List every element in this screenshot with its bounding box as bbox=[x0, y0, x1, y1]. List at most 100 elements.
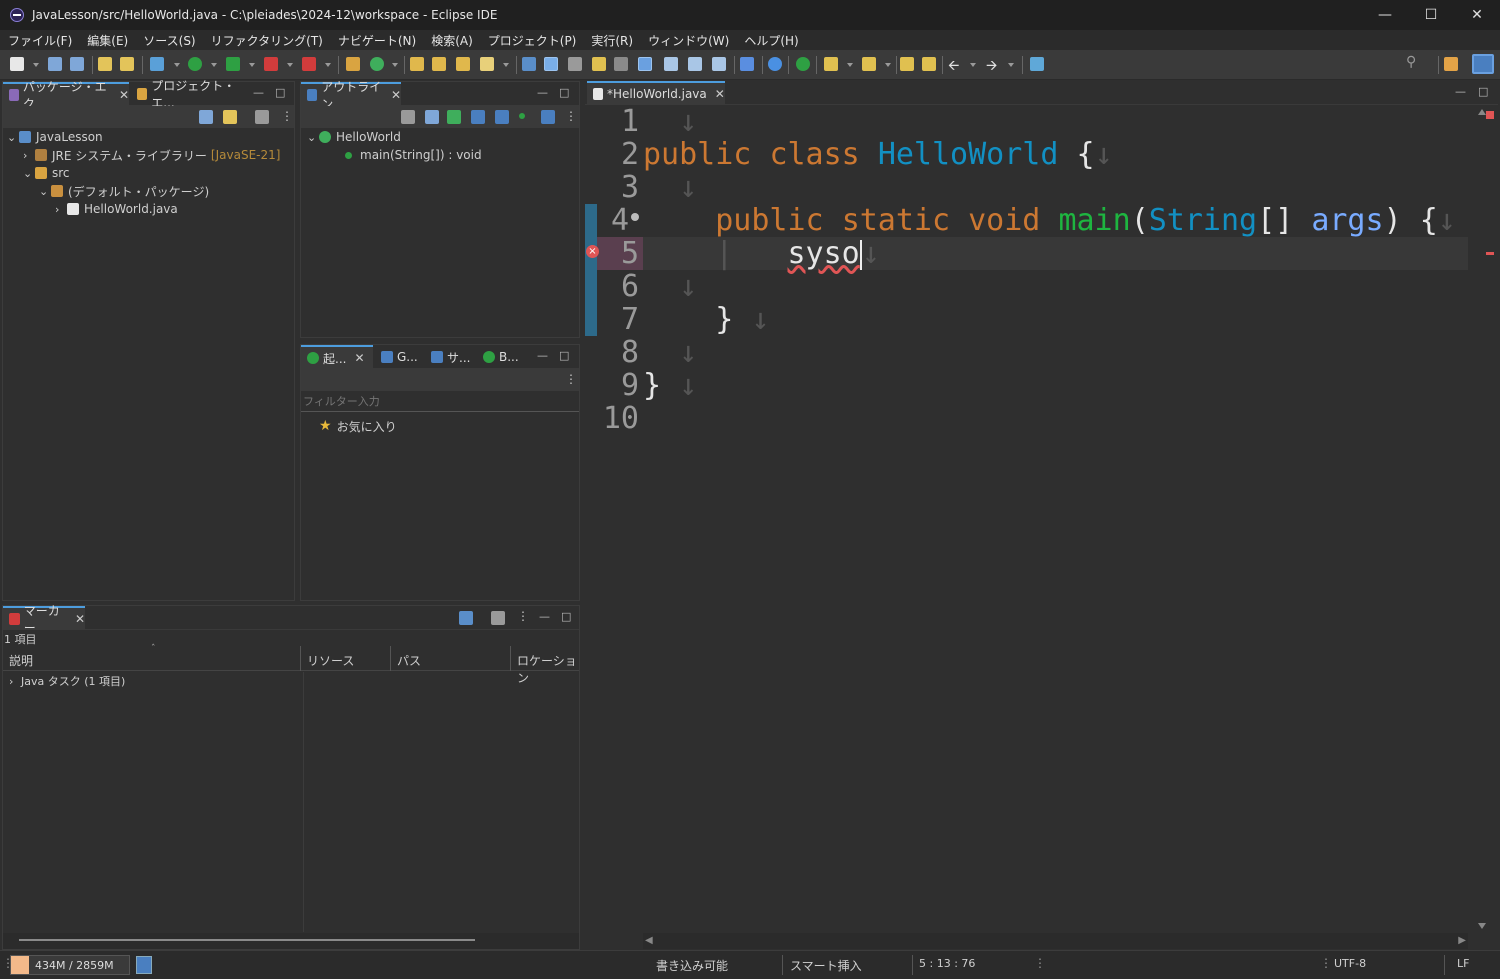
next-annotation-icon[interactable] bbox=[592, 57, 606, 71]
debug-icon[interactable] bbox=[150, 57, 164, 71]
menu-run[interactable]: 実行(R) bbox=[591, 32, 633, 49]
undo-icon[interactable] bbox=[98, 57, 112, 71]
open-task-icon[interactable] bbox=[432, 57, 446, 71]
tab-markers[interactable]: マーカー ✕ bbox=[3, 604, 85, 635]
col-path[interactable]: パス bbox=[393, 646, 511, 671]
maximize-button[interactable]: ☐ bbox=[1408, 0, 1454, 30]
save-icon[interactable] bbox=[48, 57, 62, 71]
link-editor-icon[interactable] bbox=[223, 110, 237, 124]
save-all-icon[interactable] bbox=[70, 57, 84, 71]
horizontal-scrollbar[interactable] bbox=[3, 933, 579, 949]
code-area[interactable]: ↓ public class HelloWorld {↓ ↓ public st… bbox=[643, 105, 1468, 933]
fold-icon[interactable] bbox=[631, 213, 639, 221]
hide-fields-icon[interactable] bbox=[447, 110, 461, 124]
hierarchy-icon[interactable] bbox=[664, 57, 678, 71]
drag-handle-icon[interactable]: ⋮ bbox=[1034, 956, 1046, 970]
close-icon[interactable]: ✕ bbox=[354, 351, 364, 365]
minimize-icon[interactable]: — bbox=[539, 610, 550, 623]
tab-outline[interactable]: アウトライン ✕ bbox=[301, 80, 401, 111]
tab-project-explorer[interactable]: プロジェクト・エ... bbox=[131, 79, 243, 110]
back-arrow-icon[interactable]: 🡨 bbox=[948, 55, 964, 74]
chevron-down-icon[interactable]: ⌄ bbox=[307, 131, 319, 144]
sync-icon[interactable] bbox=[712, 57, 726, 71]
menu-file[interactable]: ファイル(F) bbox=[8, 32, 72, 49]
close-icon[interactable]: ✕ bbox=[119, 88, 129, 102]
col-location[interactable]: ロケーション bbox=[513, 646, 579, 685]
close-icon[interactable]: ✕ bbox=[391, 88, 401, 102]
minimize-icon[interactable]: — bbox=[1455, 85, 1466, 98]
sort-icon[interactable] bbox=[401, 110, 415, 124]
scroll-left-icon[interactable]: ◀ bbox=[645, 935, 653, 946]
minimize-button[interactable]: — bbox=[1362, 0, 1408, 30]
favorites-item[interactable]: ★ お気に入り bbox=[319, 417, 397, 435]
tab-helloworld-java[interactable]: *HelloWorld.java ✕ bbox=[587, 81, 725, 105]
error-summary-icon[interactable] bbox=[1486, 111, 1494, 119]
back-annotation-icon[interactable] bbox=[900, 57, 914, 71]
tab-g[interactable]: G... bbox=[375, 345, 421, 369]
chevron-right-icon[interactable]: › bbox=[55, 203, 67, 216]
open-type-icon[interactable] bbox=[410, 57, 424, 71]
tab-b[interactable]: B... bbox=[477, 345, 523, 369]
prev-edit-icon[interactable] bbox=[862, 57, 876, 71]
redo-icon[interactable] bbox=[120, 57, 134, 71]
forward-arrow-icon[interactable]: 🡪 bbox=[986, 55, 1002, 74]
forward-annotation-icon[interactable] bbox=[922, 57, 936, 71]
menu-search[interactable]: 検索(A) bbox=[431, 32, 473, 49]
chevron-down-icon[interactable]: ⌄ bbox=[7, 131, 19, 144]
call-hierarchy-icon[interactable] bbox=[688, 57, 702, 71]
collapse-icon[interactable] bbox=[425, 110, 439, 124]
menu-window[interactable]: ウィンドウ(W) bbox=[648, 32, 729, 49]
maximize-icon[interactable]: □ bbox=[559, 86, 569, 99]
new-package-icon[interactable] bbox=[346, 57, 360, 71]
block-selection-icon[interactable] bbox=[568, 57, 582, 71]
gc-trash-icon[interactable] bbox=[136, 956, 152, 974]
toggle-breadcrumb-icon[interactable] bbox=[522, 57, 536, 71]
open-resource-icon[interactable] bbox=[456, 57, 470, 71]
tree-item-jre[interactable]: › JRE システム・ライブラリー [JavaSE-21] bbox=[23, 146, 280, 164]
search-icon[interactable]: ⚲ bbox=[1406, 54, 1422, 70]
minimize-icon[interactable]: — bbox=[537, 349, 548, 362]
tab-servers[interactable]: サ... bbox=[425, 345, 473, 369]
open-perspective-icon[interactable] bbox=[1444, 57, 1458, 71]
view-menu-icon[interactable]: ⋮ bbox=[565, 372, 577, 386]
error-icon[interactable]: × bbox=[586, 245, 599, 258]
link-icon[interactable] bbox=[541, 110, 555, 124]
menu-refactor[interactable]: リファクタリング(T) bbox=[211, 32, 323, 49]
close-icon[interactable]: ✕ bbox=[715, 87, 725, 101]
java-perspective-icon[interactable] bbox=[1472, 54, 1494, 74]
terminate-icon[interactable] bbox=[264, 57, 278, 71]
coverage-icon[interactable] bbox=[226, 57, 240, 71]
maximize-icon[interactable]: □ bbox=[275, 86, 285, 99]
minimize-icon[interactable]: — bbox=[537, 86, 548, 99]
configure-icon[interactable] bbox=[491, 611, 505, 625]
external-tools-icon[interactable] bbox=[302, 57, 316, 71]
console-icon[interactable] bbox=[740, 57, 754, 71]
hide-nonpublic-icon[interactable] bbox=[495, 110, 509, 124]
pin-editor-icon[interactable] bbox=[1030, 57, 1044, 71]
view-menu-icon[interactable]: ⋮ bbox=[565, 109, 577, 123]
menu-navigate[interactable]: ナビゲート(N) bbox=[338, 32, 416, 49]
new-class-icon[interactable] bbox=[370, 57, 384, 71]
tree-item-src[interactable]: ⌄ src bbox=[23, 164, 70, 182]
hide-local-icon[interactable] bbox=[519, 113, 525, 119]
search-tool-icon[interactable] bbox=[480, 57, 494, 71]
tree-item-helloworld[interactable]: › HelloWorld.java bbox=[55, 200, 178, 218]
next-edit-icon[interactable] bbox=[824, 57, 838, 71]
table-row[interactable]: › Java タスク (1 項目) bbox=[9, 672, 125, 690]
filter-input[interactable] bbox=[301, 392, 579, 412]
tab-package-explorer[interactable]: パッケージ・エク... ✕ bbox=[3, 80, 129, 111]
error-token[interactable]: syso bbox=[788, 236, 860, 271]
menu-help[interactable]: ヘルプ(H) bbox=[744, 32, 798, 49]
new-icon[interactable] bbox=[10, 57, 24, 71]
mark-occurrences-icon[interactable] bbox=[544, 57, 558, 71]
tree-item-default-package[interactable]: ⌄ (デフォルト・パッケージ) bbox=[39, 182, 209, 200]
chevron-down-icon[interactable]: ⌄ bbox=[23, 167, 35, 180]
error-marker[interactable] bbox=[1486, 252, 1494, 255]
outline-item-class[interactable]: ⌄ HelloWorld bbox=[307, 128, 401, 146]
collapse-all-icon[interactable] bbox=[199, 110, 213, 124]
drag-handle-icon[interactable]: ⋮ bbox=[1320, 956, 1332, 970]
minimize-icon[interactable]: — bbox=[253, 86, 264, 99]
chevron-down-icon[interactable]: ⌄ bbox=[39, 185, 51, 198]
scroll-down-icon[interactable] bbox=[1478, 923, 1486, 929]
menu-project[interactable]: プロジェクト(P) bbox=[488, 32, 577, 49]
